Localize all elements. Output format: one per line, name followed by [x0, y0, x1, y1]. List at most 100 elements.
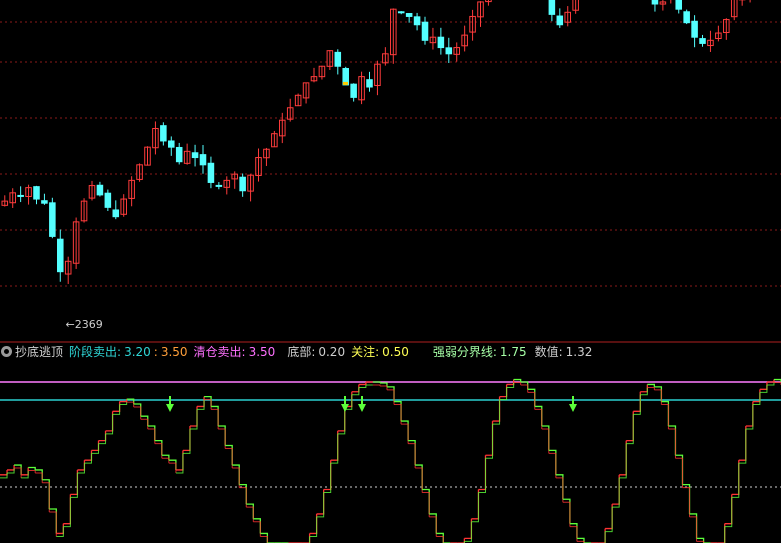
step-down	[140, 415, 149, 426]
step-down	[661, 400, 670, 426]
step-down	[422, 488, 430, 514]
candle-down	[397, 11, 405, 14]
step-shadow	[394, 404, 402, 425]
step-shadow	[154, 443, 163, 459]
candle-down	[405, 13, 413, 17]
step-shadow	[520, 384, 529, 393]
step-shadow	[654, 389, 662, 405]
step-down	[682, 483, 691, 514]
step-shadow	[752, 392, 761, 406]
candle-down	[675, 0, 683, 10]
step-up	[598, 528, 606, 543]
step-shadow	[253, 521, 261, 537]
step-up	[478, 455, 487, 491]
step-shadow	[239, 487, 247, 508]
indicator-name[interactable]: 抄底逃顶	[15, 344, 63, 360]
step-shadow	[541, 428, 550, 454]
step-shadow	[562, 501, 571, 527]
step-shadow	[745, 404, 754, 430]
step-shadow	[485, 424, 494, 459]
candle-down	[215, 184, 223, 187]
candle-down	[334, 51, 342, 67]
step-shadow	[436, 535, 444, 543]
step-up	[309, 513, 318, 535]
stock-chart: ←2369	[0, 0, 781, 543]
step-up	[351, 384, 360, 393]
step-shadow	[351, 387, 360, 396]
step-up	[499, 384, 508, 398]
step-shadow	[604, 531, 606, 543]
step-down	[689, 513, 698, 539]
candle-down	[41, 200, 48, 204]
step-shadow	[731, 463, 740, 498]
step-down	[49, 508, 57, 534]
strength-label: 强弱分界线:	[432, 345, 497, 359]
step-up	[182, 425, 191, 452]
step-up	[105, 411, 114, 432]
step-up	[189, 406, 198, 427]
step-up	[316, 489, 325, 515]
step-up	[605, 504, 613, 530]
step-shadow	[640, 387, 648, 396]
step-shadow	[668, 428, 676, 459]
candle-down	[413, 16, 421, 26]
step-shadow	[28, 470, 36, 473]
step-up	[63, 494, 72, 525]
step-up	[717, 523, 726, 543]
step-up	[457, 538, 466, 543]
step-shadow	[738, 428, 747, 464]
step-up	[70, 469, 79, 496]
watch-value: 0.50	[382, 345, 409, 359]
step-shadow	[682, 487, 691, 517]
step-shadow	[197, 399, 205, 410]
step-down	[541, 425, 550, 451]
step-up	[323, 460, 332, 491]
step-shadow	[548, 452, 557, 478]
step-down	[415, 464, 423, 490]
step-shadow	[569, 526, 578, 542]
step-up	[485, 421, 494, 456]
down-arrow-icon	[166, 404, 174, 412]
step-down	[520, 381, 529, 390]
step-shadow	[91, 443, 100, 454]
step-down	[548, 449, 557, 475]
step-shadow	[358, 385, 367, 388]
step-shadow	[612, 477, 620, 508]
step-shadow	[133, 406, 142, 420]
step-down	[204, 396, 212, 407]
step-shadow	[211, 408, 219, 429]
step-down	[260, 532, 269, 543]
step-down	[647, 383, 656, 387]
gear-icon[interactable]	[1, 346, 12, 357]
step-down	[562, 498, 571, 524]
step-up	[745, 401, 754, 427]
step-shadow	[119, 402, 128, 406]
step-shadow	[471, 492, 479, 523]
candle-down	[104, 192, 112, 208]
step-shadow	[401, 423, 409, 444]
step-shadow	[63, 497, 71, 528]
step-down	[154, 439, 163, 456]
step-shadow	[147, 428, 156, 444]
step-down	[408, 439, 416, 466]
down-arrow-icon	[569, 404, 577, 412]
step-shadow	[527, 391, 536, 410]
step-shadow	[98, 433, 107, 445]
candle-down	[683, 11, 690, 24]
candle-down	[207, 162, 215, 183]
stage-sell-value1: 3.20	[124, 345, 151, 359]
step-down	[436, 532, 444, 543]
candle-down	[691, 20, 698, 38]
step-down	[253, 518, 261, 534]
step-shadow	[337, 409, 346, 435]
step-shadow	[724, 526, 726, 543]
candle-down	[17, 194, 24, 197]
step-shadow	[605, 507, 613, 533]
candle-down	[191, 152, 199, 159]
step-shadow	[766, 382, 775, 386]
step-up	[640, 384, 648, 393]
candle-down	[651, 0, 659, 5]
step-shadow	[14, 467, 22, 478]
indicator-legend: 抄底逃顶 阶段卖出: 3.20:3.50 清仓卖出: 3.50 底部: 0.20 关注: 0.5…	[0, 344, 781, 360]
step-shadow	[112, 404, 121, 415]
